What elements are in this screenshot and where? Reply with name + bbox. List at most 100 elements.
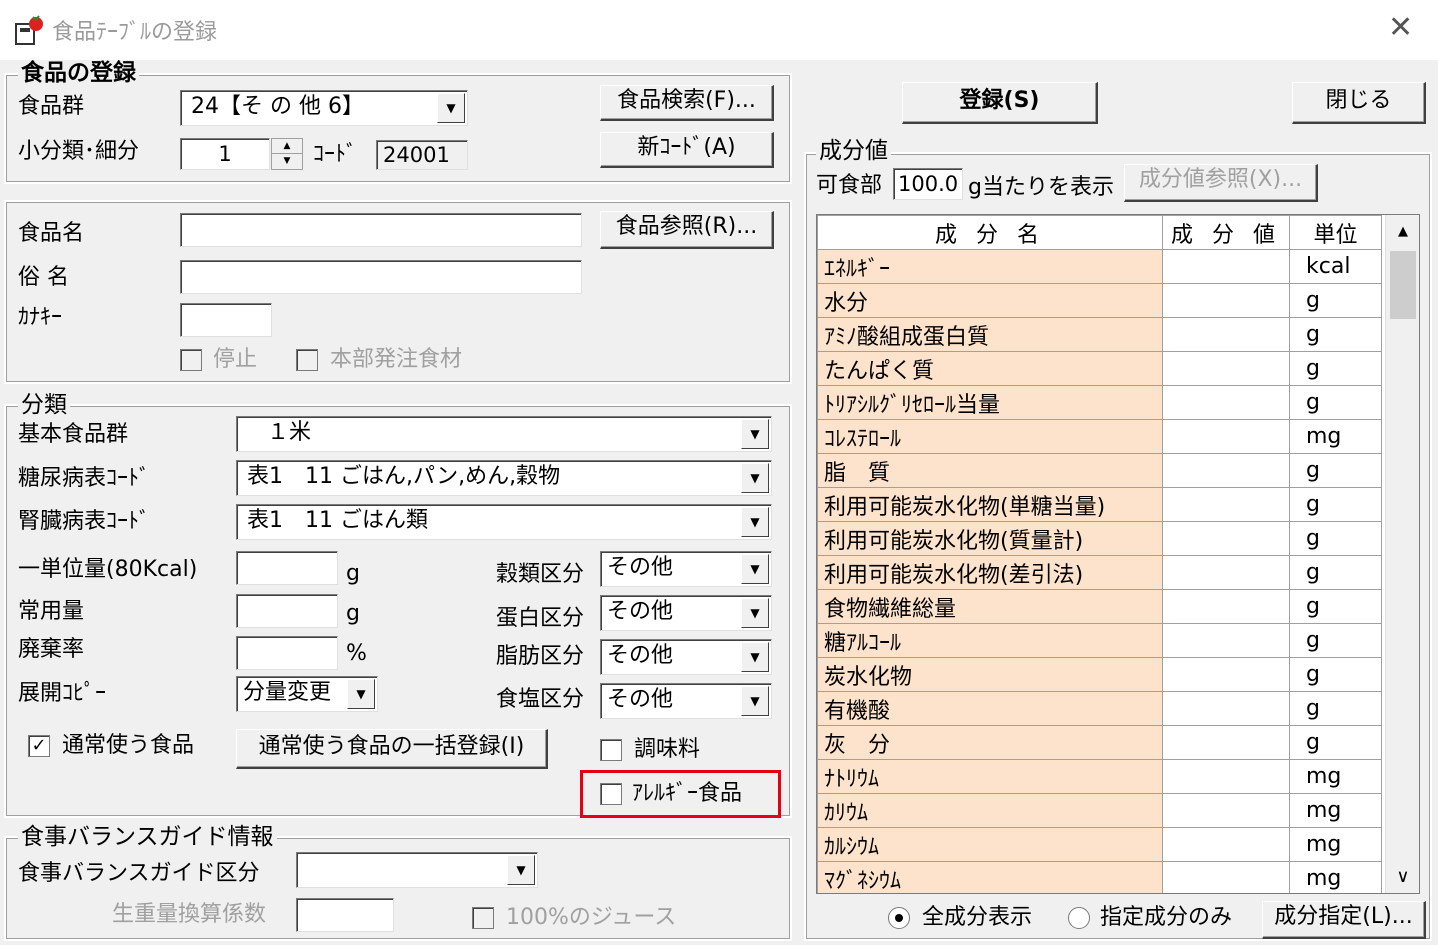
weight-factor-field[interactable] — [296, 898, 394, 932]
close-button[interactable]: 閉じる — [1292, 82, 1426, 124]
scroll-up-icon[interactable]: ▲ — [1386, 217, 1419, 247]
table-row[interactable]: 利用可能炭水化物(質量計) g — [817, 521, 1382, 556]
chevron-down-icon[interactable]: ▼ — [437, 93, 465, 123]
new-code-button[interactable]: 新ｺｰﾄﾞ(A) — [600, 132, 774, 168]
nutrient-name-cell[interactable]: ﾄﾘｱｼﾙｸﾞﾘｾﾛｰﾙ当量 — [817, 385, 1163, 420]
grain-class-select[interactable]: その他 ▼ — [600, 551, 772, 587]
selected-nutrients-radio[interactable] — [1068, 907, 1090, 929]
vertical-scrollbar[interactable]: ▲ ∨ — [1385, 215, 1419, 893]
nutrient-name-cell[interactable]: ﾏｸﾞﾈｼｳﾑ — [817, 861, 1163, 893]
food-search-button[interactable]: 食品検索(F)... — [600, 85, 774, 121]
nutrient-value-cell[interactable] — [1162, 623, 1290, 658]
nutrient-value-cell[interactable] — [1162, 521, 1290, 556]
table-row[interactable]: 利用可能炭水化物(差引法) g — [817, 555, 1382, 590]
nutrient-name-cell[interactable]: 利用可能炭水化物(質量計) — [817, 521, 1163, 556]
table-row[interactable]: ｺﾚｽﾃﾛｰﾙ mg — [817, 419, 1382, 454]
table-row[interactable]: ﾄﾘｱｼﾙｸﾞﾘｾﾛｰﾙ当量 g — [817, 385, 1382, 420]
seasoning-checkbox[interactable] — [600, 739, 622, 761]
nutrient-value-cell[interactable] — [1162, 861, 1290, 893]
table-row[interactable]: 利用可能炭水化物(単糖当量) g — [817, 487, 1382, 522]
kana-key-field[interactable] — [180, 303, 272, 337]
expand-copy-select[interactable]: 分量変更 ▼ — [236, 676, 378, 712]
nutrient-value-cell[interactable] — [1162, 453, 1290, 488]
nutrient-value-cell[interactable] — [1162, 487, 1290, 522]
nutrient-name-cell[interactable]: 有機酸 — [817, 691, 1163, 726]
balance-category-select[interactable]: ▼ — [296, 852, 538, 888]
chevron-down-icon[interactable]: ▼ — [741, 554, 769, 584]
nutrient-name-cell[interactable]: ﾅﾄﾘｳﾑ — [817, 759, 1163, 794]
table-row[interactable]: 灰 分g — [817, 725, 1382, 760]
table-row[interactable]: ﾅﾄﾘｳﾑ mg — [817, 759, 1382, 794]
spin-down-icon[interactable]: ▼ — [272, 154, 302, 169]
nutrient-value-cell[interactable] — [1162, 419, 1290, 454]
close-icon[interactable]: ✕ — [1388, 10, 1413, 46]
table-row[interactable]: ｴﾈﾙｷﾞｰ kcal — [817, 249, 1382, 284]
nutrient-name-cell[interactable]: ｶﾘｳﾑ — [817, 793, 1163, 828]
register-button[interactable]: 登録(S) — [902, 82, 1098, 124]
chevron-down-icon[interactable]: ▼ — [741, 419, 769, 449]
nutrient-value-cell[interactable] — [1162, 283, 1290, 318]
nutrient-name-cell[interactable]: ｶﾙｼｳﾑ — [817, 827, 1163, 862]
table-row[interactable]: ｶﾙｼｳﾑ mg — [817, 827, 1382, 862]
nutrient-name-cell[interactable]: 灰 分 — [817, 725, 1163, 760]
nutrient-value-cell[interactable] — [1162, 249, 1290, 284]
edible-field[interactable]: 100.0 — [893, 168, 963, 200]
nutrient-value-cell[interactable] — [1162, 657, 1290, 692]
kidney-code-select[interactable]: 表1 11 ごはん類 ▼ — [236, 504, 772, 540]
scroll-down-icon[interactable]: ∨ — [1386, 863, 1419, 891]
nutrient-value-cell[interactable] — [1162, 385, 1290, 420]
basic-group-select[interactable]: １米 ▼ — [236, 416, 772, 452]
nutrient-value-cell[interactable] — [1162, 555, 1290, 590]
nutrient-name-cell[interactable]: ｱﾐﾉ酸組成蛋白質 — [817, 317, 1163, 352]
nutrient-name-cell[interactable]: 利用可能炭水化物(差引法) — [817, 555, 1163, 590]
nutrient-name-cell[interactable]: ｴﾈﾙｷﾞｰ — [817, 249, 1163, 284]
nutrient-value-cell[interactable] — [1162, 317, 1290, 352]
nutrient-value-cell[interactable] — [1162, 759, 1290, 794]
nutrient-name-cell[interactable]: 糖ｱﾙｺｰﾙ — [817, 623, 1163, 658]
food-group-select[interactable]: 24【そ の 他 6】 ▼ — [180, 90, 468, 126]
bulk-register-button[interactable]: 通常使う食品の一括登録(I) — [236, 729, 548, 769]
table-row[interactable]: ｶﾘｳﾑ mg — [817, 793, 1382, 828]
nutrient-value-cell[interactable] — [1162, 793, 1290, 828]
nutrient-value-cell[interactable] — [1162, 589, 1290, 624]
table-row[interactable]: 有機酸 g — [817, 691, 1382, 726]
protein-class-select[interactable]: その他 ▼ — [600, 595, 772, 631]
nutrient-name-cell[interactable]: ｺﾚｽﾃﾛｰﾙ — [817, 419, 1163, 454]
table-row[interactable]: ﾏｸﾞﾈｼｳﾑ mg — [817, 861, 1382, 893]
table-row[interactable]: たんぱく質 g — [817, 351, 1382, 386]
allergy-checkbox[interactable] — [600, 783, 622, 805]
subclass-spinner[interactable]: ▲ ▼ — [271, 138, 303, 170]
diabetes-code-select[interactable]: 表1 11 ごはん,パン,めん,穀物 ▼ — [236, 460, 772, 496]
food-reference-button[interactable]: 食品参照(R)... — [600, 211, 774, 249]
common-name-field[interactable] — [180, 260, 582, 294]
chevron-down-icon[interactable]: ▼ — [741, 642, 769, 672]
chevron-down-icon[interactable]: ▼ — [507, 855, 535, 885]
nutrient-name-cell[interactable]: 利用可能炭水化物(単糖当量) — [817, 487, 1163, 522]
unit-amount-field[interactable] — [236, 551, 338, 585]
nutrient-name-cell[interactable]: 水分 — [817, 283, 1163, 318]
waste-rate-field[interactable] — [236, 636, 338, 670]
nutrient-name-cell[interactable]: 食物繊維総量 — [817, 589, 1163, 624]
specify-nutrients-button[interactable]: 成分指定(L)... — [1262, 901, 1426, 939]
food-name-field[interactable] — [180, 213, 582, 247]
chevron-down-icon[interactable]: ▼ — [347, 679, 375, 709]
usual-food-checkbox[interactable]: ✓ — [28, 735, 50, 757]
salt-class-select[interactable]: その他 ▼ — [600, 683, 772, 719]
table-row[interactable]: 脂 質g — [817, 453, 1382, 488]
nutrient-value-cell[interactable] — [1162, 725, 1290, 760]
nutrient-name-cell[interactable]: 脂 質 — [817, 453, 1163, 488]
table-row[interactable]: 食物繊維総量 g — [817, 589, 1382, 624]
fat-class-select[interactable]: その他 ▼ — [600, 639, 772, 675]
chevron-down-icon[interactable]: ▼ — [741, 463, 769, 493]
nutrient-value-cell[interactable] — [1162, 351, 1290, 386]
nutrient-name-cell[interactable]: 炭水化物 — [817, 657, 1163, 692]
spin-up-icon[interactable]: ▲ — [272, 139, 302, 154]
nutrient-value-cell[interactable] — [1162, 827, 1290, 862]
nutrient-value-cell[interactable] — [1162, 691, 1290, 726]
subclass-field[interactable]: 1 — [180, 138, 270, 170]
table-row[interactable]: 炭水化物 g — [817, 657, 1382, 692]
all-nutrients-radio[interactable] — [888, 907, 910, 929]
normal-amount-field[interactable] — [236, 594, 338, 628]
chevron-down-icon[interactable]: ▼ — [741, 598, 769, 628]
table-row[interactable]: 水分 g — [817, 283, 1382, 318]
